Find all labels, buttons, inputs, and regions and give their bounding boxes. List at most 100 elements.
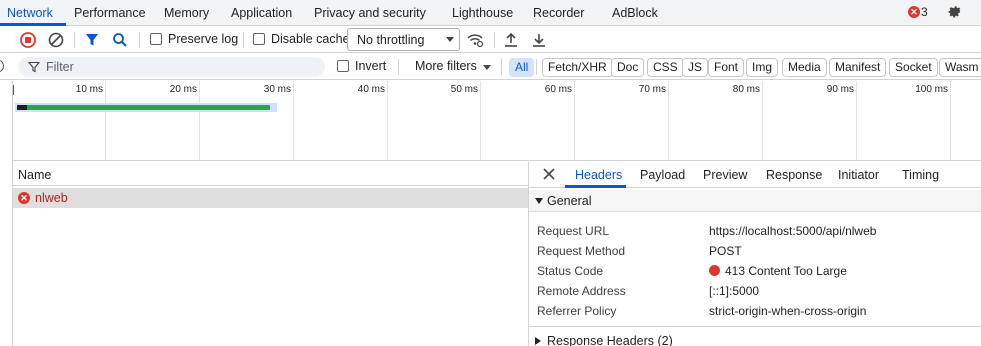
tick-label: 10 ms (75, 84, 103, 95)
clear-icon[interactable] (47, 31, 65, 49)
tick-label: 20 ms (169, 84, 197, 95)
section-divider (529, 326, 981, 327)
gridline (293, 81, 294, 160)
invert-label[interactable]: Invert (355, 59, 386, 73)
header-key-request-url: Request URL (537, 224, 610, 238)
type-filter-socket[interactable]: Socket (889, 58, 938, 77)
requests-table-header[interactable]: Name (13, 162, 528, 186)
type-filter-all[interactable]: All (509, 58, 535, 77)
type-filter-doc[interactable]: Doc (611, 58, 645, 77)
search-icon[interactable] (111, 31, 129, 49)
header-key-referrer-policy: Referrer Policy (537, 304, 617, 318)
gridline (199, 81, 200, 160)
preserve-log-label[interactable]: Preserve log (168, 32, 238, 46)
request-details-panel: Headers Payload Preview Response Initiat… (528, 162, 981, 346)
export-har-icon[interactable] (530, 31, 548, 49)
close-icon[interactable] (541, 166, 557, 182)
triangle-down-icon (535, 198, 543, 204)
tab-recorder[interactable]: Recorder (533, 0, 584, 26)
error-x-icon[interactable]: ✕ (908, 6, 920, 18)
tab-preview[interactable]: Preview (703, 168, 747, 182)
tab-headers-underline (565, 185, 626, 188)
type-filter-font[interactable]: Font (708, 58, 745, 77)
type-filter-img[interactable]: Img (746, 58, 779, 77)
chevron-down-icon (446, 37, 454, 42)
header-value-referrer-policy: strict-origin-when-cross-origin (709, 304, 867, 318)
tick-label: 30 ms (263, 84, 291, 95)
tab-application[interactable]: Application (231, 0, 292, 26)
gridline (856, 81, 857, 160)
preserve-log-checkbox[interactable] (150, 33, 162, 45)
column-header-name[interactable]: Name (18, 168, 51, 182)
header-value-status-code: 413 Content Too Large (709, 264, 847, 278)
gridline (387, 81, 388, 160)
type-filter-media[interactable]: Media (782, 58, 827, 77)
error-x-icon: ✕ (18, 192, 30, 204)
filter-divider (501, 59, 502, 75)
tab-timing[interactable]: Timing (902, 168, 939, 182)
gridline (762, 81, 763, 160)
tick-label: 70 ms (638, 84, 666, 95)
type-filter-css[interactable]: CSS (647, 58, 684, 77)
tab-privacy-and-security[interactable]: Privacy and security (314, 0, 426, 26)
header-value-request-method: POST (709, 244, 742, 258)
throttling-value: No throttling (357, 33, 425, 47)
tick-label: 100 ms (915, 84, 948, 95)
more-filters-dropdown[interactable]: More filters (415, 59, 477, 73)
network-conditions-icon[interactable] (466, 31, 484, 49)
devtools-tab-bar: Network Performance Memory Application P… (0, 0, 981, 26)
status-code-text: 413 Content Too Large (725, 264, 847, 278)
overview-marker (13, 85, 14, 95)
type-filter-wasm[interactable]: Wasm (939, 58, 981, 77)
toolbar-divider (494, 32, 495, 48)
record-stop-icon[interactable] (19, 31, 37, 49)
tab-payload[interactable]: Payload (640, 168, 685, 182)
throttling-select[interactable]: No throttling (347, 28, 460, 51)
tab-response[interactable]: Response (766, 168, 822, 182)
filter-bar: Filter Invert More filters All Fetch/XHR… (0, 54, 981, 80)
filter-input[interactable]: Filter (18, 57, 325, 77)
tab-initiator[interactable]: Initiator (838, 168, 879, 182)
chevron-down-icon (483, 65, 491, 70)
type-filter-fetch-xhr[interactable]: Fetch/XHR (542, 58, 613, 77)
filter-divider (398, 59, 399, 75)
timeline-overview[interactable]: 10 ms 20 ms 30 ms 40 ms 50 ms 60 ms 70 m… (12, 81, 981, 161)
invert-checkbox[interactable] (337, 60, 349, 72)
response-headers-section-header[interactable]: Response Headers (2) (529, 330, 981, 346)
toolbar-divider (139, 32, 140, 48)
tab-performance[interactable]: Performance (74, 0, 146, 26)
tick-label: 90 ms (826, 84, 854, 95)
type-filter-manifest[interactable]: Manifest (829, 58, 887, 77)
toolbar-divider (74, 32, 75, 48)
error-count[interactable]: 3 (921, 5, 928, 19)
general-section-title: General (547, 194, 592, 208)
header-key-status-code: Status Code (537, 264, 604, 278)
general-section-header[interactable]: General (529, 190, 981, 212)
tab-lighthouse[interactable]: Lighthouse (452, 0, 513, 26)
response-headers-title: Response Headers (2) (547, 334, 673, 346)
filter-divider (536, 59, 537, 75)
tick-label: 80 ms (732, 84, 760, 95)
tick-label: 50 ms (450, 84, 478, 95)
disable-cache-label[interactable]: Disable cache (271, 32, 350, 46)
header-value-request-url: https://localhost:5000/api/nlweb (709, 224, 877, 238)
import-har-icon[interactable] (502, 31, 520, 49)
tab-memory[interactable]: Memory (164, 0, 209, 26)
table-row[interactable]: ✕ nlweb (13, 188, 528, 208)
filter-placeholder: Filter (46, 60, 74, 74)
triangle-right-icon (535, 337, 541, 345)
overview-waiting-segment (17, 105, 27, 110)
gridline (668, 81, 669, 160)
type-filter-js[interactable]: JS (682, 58, 709, 77)
header-key-request-method: Request Method (537, 244, 626, 258)
details-tab-bar: Headers Payload Preview Response Initiat… (529, 162, 981, 188)
toolbar-divider (243, 32, 244, 48)
filter-funnel-icon (28, 61, 40, 73)
tab-headers[interactable]: Headers (575, 168, 622, 182)
disable-cache-checkbox[interactable] (253, 33, 265, 45)
request-name[interactable]: nlweb (35, 191, 68, 205)
filter-funnel-icon[interactable] (83, 31, 101, 49)
gear-icon[interactable] (946, 3, 964, 21)
tick-label: 40 ms (357, 84, 385, 95)
tab-adblock[interactable]: AdBlock (612, 0, 658, 26)
